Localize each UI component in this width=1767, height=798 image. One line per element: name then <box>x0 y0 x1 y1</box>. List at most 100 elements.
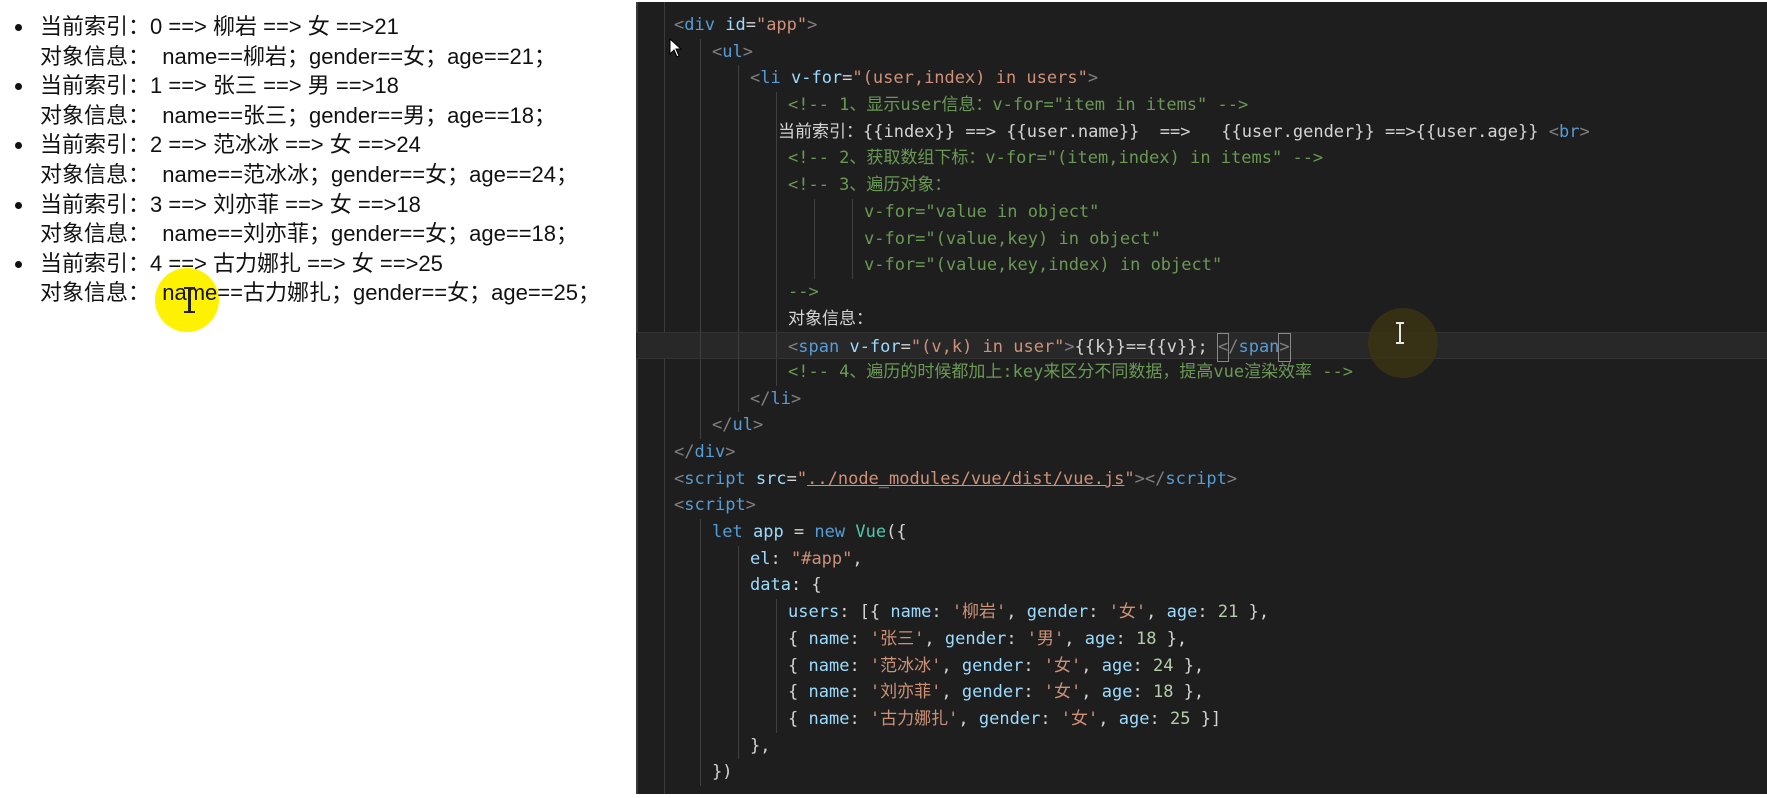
code-token: ></ <box>1134 468 1166 489</box>
code-token: Vue <box>855 522 887 543</box>
code-line[interactable]: <!-- 4、遍历的时候都加上:key来区分不同数据，提高vue渲染效率 --> <box>636 358 1767 386</box>
code-line-content: { name: '古力娜扎', gender: '女', age: 25 }] <box>788 706 1221 733</box>
code-line[interactable]: data: { <box>636 572 1767 600</box>
code-token: v-for="value in object" <box>864 201 1100 222</box>
indent-guide <box>738 385 739 413</box>
indent-guide <box>738 705 739 733</box>
code-line[interactable]: </div> <box>636 439 1767 466</box>
code-line[interactable]: { name: '张三', gender: '男', age: 18 }, <box>636 625 1767 653</box>
code-token: , <box>1081 682 1102 703</box>
indent-guide <box>776 278 777 306</box>
code-line[interactable]: let app = new Vue({ <box>636 519 1767 546</box>
code-token: --> <box>788 281 819 302</box>
code-token: < <box>788 337 799 358</box>
code-line[interactable]: <script src="../node_modules/vue/dist/vu… <box>636 466 1767 493</box>
code-lines[interactable]: <div id="app"> <ul> <li v-for="(user,index… <box>636 12 1767 786</box>
code-token: : <box>1023 655 1044 676</box>
object-info-line: 对象信息： name==张三；gender==男；age==18； <box>40 102 557 128</box>
list-item: 当前索引：3 ==> 刘亦菲 ==> 女 ==>18 对象信息： name==刘亦… <box>0 190 600 249</box>
code-token: : <box>1132 655 1153 676</box>
code-token: </ <box>674 442 695 462</box>
code-token: { <box>788 682 809 703</box>
indent-guide <box>738 225 739 253</box>
code-line[interactable]: }, <box>636 732 1767 760</box>
code-line-content: </ul> <box>712 412 763 439</box>
code-line[interactable]: <!-- 3、遍历对象： <box>636 172 1767 199</box>
code-line[interactable]: { name: '范冰冰', gender: '女', age: 24 }, <box>636 652 1767 680</box>
code-line[interactable]: <li v-for="(user,index) in users"> <box>636 65 1767 93</box>
code-token: 当前索引：{{index}} ==> {{user.name}} ==> {{u… <box>778 121 1549 142</box>
code-token: ul <box>732 415 753 436</box>
code-token: , <box>941 655 962 676</box>
code-line[interactable]: <script> <box>636 492 1767 519</box>
indent-guide <box>700 679 701 706</box>
indent-guide <box>776 358 777 386</box>
code-line[interactable]: el: "#app", <box>636 545 1767 573</box>
object-info-line: 对象信息： name==古力娜扎；gender==女；age==25； <box>40 280 601 306</box>
code-token: > <box>1579 121 1590 142</box>
code-token: '男' <box>1026 628 1065 649</box>
code-line[interactable]: --> <box>636 278 1767 306</box>
code-line[interactable]: v-for="(value,key) in object" <box>636 225 1767 253</box>
code-line[interactable]: v-for="value in object" <box>636 198 1767 226</box>
code-token: script <box>684 468 746 489</box>
code-line-content: v-for="(value,key,index) in object" <box>864 252 1222 279</box>
code-token: br <box>1559 121 1580 142</box>
code-line-content: <li v-for="(user,index) in users"> <box>750 65 1098 92</box>
code-token: ({ <box>886 522 907 543</box>
code-token: script <box>684 495 746 516</box>
code-line[interactable]: <!-- 1、显示user信息：v-for="item in items" --… <box>636 92 1767 119</box>
bullet-icon <box>15 260 22 268</box>
code-line[interactable]: 当前索引：{{index}} ==> {{user.name}} ==> {{u… <box>636 118 1767 146</box>
code-line[interactable]: </ul> <box>636 412 1767 439</box>
code-token: 25 <box>1169 708 1191 729</box>
indent-guide <box>700 92 701 119</box>
code-line-content: { name: '范冰冰', gender: '女', age: 24 }, <box>788 653 1204 680</box>
indent-guide <box>738 305 739 333</box>
code-line[interactable]: </li> <box>636 385 1767 413</box>
code-line-content: <!-- 3、遍历对象： <box>788 172 951 199</box>
code-line-content: users: [{ name: '柳岩', gender: '女', age: … <box>788 599 1269 626</box>
code-line[interactable]: <span v-for="(v,k) in user">{{k}}=={{v}}… <box>636 332 1767 362</box>
code-token: data <box>750 575 791 596</box>
code-line[interactable]: <!-- 2、获取数组下标：v-for="(item,index) in ite… <box>636 145 1767 173</box>
indent-guide <box>738 198 739 226</box>
code-token: }, <box>750 735 771 756</box>
code-token: "#app" <box>790 548 853 569</box>
code-line[interactable]: <ul> <box>636 38 1767 66</box>
code-token: : <box>1006 628 1027 649</box>
code-line[interactable]: { name: '古力娜扎', gender: '女', age: 25 }] <box>636 705 1767 733</box>
indent-guide <box>738 92 739 119</box>
code-token: '范冰冰' <box>869 655 942 676</box>
code-token: '女' <box>1108 602 1147 623</box>
indent-guide <box>700 759 701 786</box>
code-line[interactable]: v-for="(value,key,index) in object" <box>636 252 1767 279</box>
code-line[interactable]: { name: '刘亦菲', gender: '女', age: 18 }, <box>636 679 1767 706</box>
code-line[interactable]: 对象信息： <box>636 305 1767 333</box>
code-token: { <box>788 628 809 649</box>
code-line-content: let app = new Vue({ <box>712 519 907 546</box>
code-token: , <box>941 682 962 703</box>
indent-guide <box>776 198 777 226</box>
code-token: , <box>1006 602 1027 623</box>
code-token: { <box>788 708 809 729</box>
code-token: , <box>1081 655 1102 676</box>
indent-guide <box>700 305 701 333</box>
indent-guide <box>776 172 777 199</box>
code-token: : <box>849 655 870 676</box>
code-token: , <box>1146 602 1167 623</box>
code-line[interactable]: }) <box>636 759 1767 786</box>
code-token: age <box>1101 655 1133 676</box>
code-token: '女' <box>1043 682 1082 703</box>
object-info-line: 对象信息： name==柳岩；gender==女；age==21； <box>40 43 557 69</box>
browser-output-pane: 当前索引：0 ==> 柳岩 ==> 女 ==>21 对象信息： name==柳岩；… <box>0 0 640 798</box>
code-token: : <box>770 548 791 569</box>
indent-guide <box>738 145 739 173</box>
indent-guide <box>738 599 739 626</box>
code-token: gender <box>961 655 1024 676</box>
code-line-content: }, <box>750 733 770 760</box>
code-editor-pane[interactable]: <div id="app"> <ul> <li v-for="(user,index… <box>636 2 1767 794</box>
code-line[interactable]: <div id="app"> <box>636 12 1767 39</box>
code-line[interactable]: users: [{ name: '柳岩', gender: '女', age: … <box>636 599 1767 626</box>
